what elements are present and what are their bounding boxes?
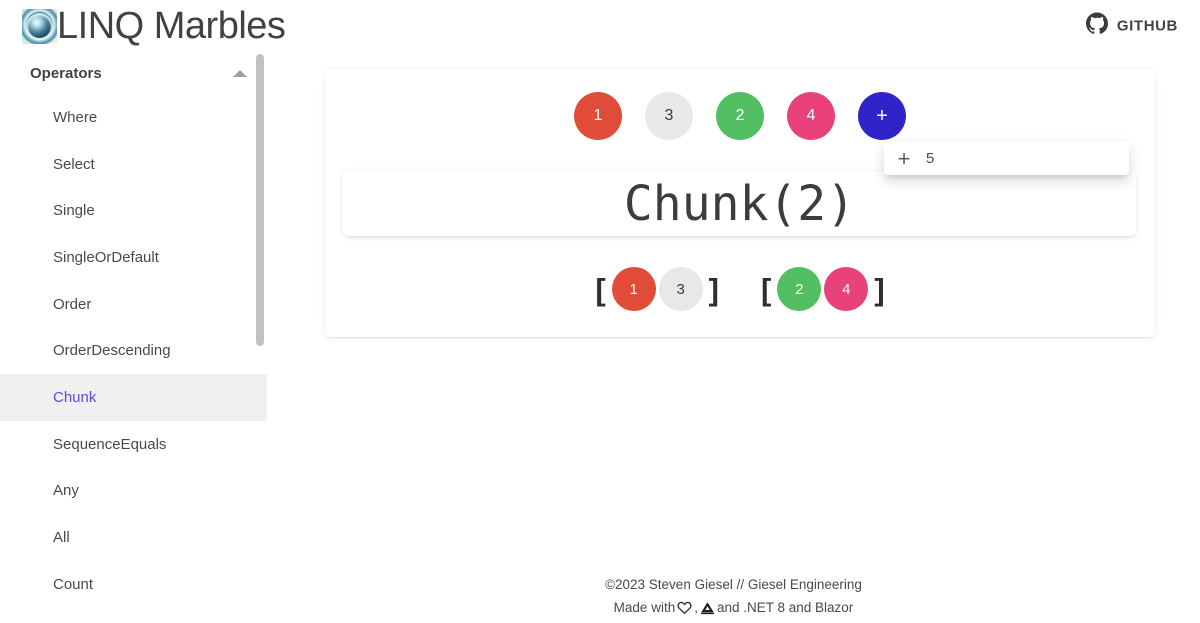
brand[interactable]: LINQ Marbles [22,5,286,47]
footer-separator: , [694,600,698,615]
sidebar-item-label: Count [53,575,94,593]
source-marble[interactable]: 1 [574,92,622,140]
sidebar-item-any[interactable]: Any [0,468,267,515]
sidebar-scrollbar-thumb[interactable] [256,54,264,346]
github-label: GITHUB [1116,17,1178,35]
operator-title: Chunk(2) [623,175,856,232]
sidebar-item-label: Chunk [53,388,97,406]
sidebar-item-select[interactable]: Select [0,141,267,188]
sidebar-item-order[interactable]: Order [0,281,267,328]
sidebar-nav-list: Where Select Single SingleOrDefault Order Ord… [0,94,267,608]
sidebar-item-label: SequenceEquals [53,435,167,453]
triangle-icon [699,599,716,616]
sidebar-group-operators[interactable]: Operators [0,52,267,94]
add-value-popup[interactable]: + 5 [884,142,1129,175]
app-root: LINQ Marbles GITHUB Operators Where Selec… [0,0,1200,623]
sidebar-item-label: OrderDescending [53,342,171,360]
sidebar-item-label: Where [53,108,98,126]
source-marble-row: 1 3 2 4 + [325,92,1155,140]
sidebar-item-label: SingleOrDefault [53,248,159,266]
add-value-field[interactable]: 5 [924,150,934,167]
heart-outline-icon [676,599,693,616]
result-group: [1 3] [592,267,722,311]
source-marble[interactable]: 3 [645,92,693,140]
source-marble[interactable]: 2 [716,92,764,140]
source-marble[interactable]: 4 [787,92,835,140]
marble-logo-icon [22,8,57,44]
page-title: LINQ Marbles [57,5,286,47]
sidebar-item-sequenceequals[interactable]: SequenceEquals [0,421,267,468]
result-marble-row: [1 3][2 4] [325,267,1155,311]
sidebar-item-count[interactable]: Count [0,561,267,608]
operator-title-card: Chunk(2) [343,171,1136,236]
github-icon [1085,12,1108,40]
result-group: [2 4] [758,267,888,311]
sidebar-item-where[interactable]: Where [0,94,267,141]
footer-made-with-prefix: Made with [613,600,676,615]
sidebar-item-label: All [53,529,70,547]
close-bracket: ] [874,271,885,307]
sidebar-item-singleordefault[interactable]: SingleOrDefault [0,234,267,281]
plus-icon[interactable]: + [884,147,924,170]
sidebar-item-single[interactable]: Single [0,187,267,234]
footer: ©2023 Steven Giesel // Giesel Engineerin… [267,573,1200,619]
footer-copyright: ©2023 Steven Giesel // Giesel Engineerin… [605,577,862,592]
sidebar-item-label: Any [53,482,79,500]
sidebar-item-label: Order [53,295,92,313]
result-marble[interactable]: 1 [611,267,656,311]
app-bar: LINQ Marbles GITHUB [0,0,1200,52]
sidebar-item-label: Single [53,202,95,220]
sidebar-item-all[interactable]: All [0,514,267,561]
open-bracket: [ [595,271,606,307]
chevron-up-icon[interactable] [233,69,247,77]
marble-diagram-card: 1 3 2 4 + Chunk(2) [1 3][2 4] [325,70,1155,337]
result-marble[interactable]: 3 [658,267,703,311]
result-marble[interactable]: 4 [824,267,869,311]
result-marble[interactable]: 2 [777,267,822,311]
sidebar-group-label: Operators [30,64,102,82]
open-bracket: [ [761,271,772,307]
sidebar-item-orderdescending[interactable]: OrderDescending [0,327,267,374]
footer-made-with-suffix: and .NET 8 and Blazor [716,600,854,615]
close-bracket: ] [708,271,719,307]
main-content: 1 3 2 4 + Chunk(2) [1 3][2 4] + 5 [267,52,1200,623]
sidebar-scrollbar-track[interactable] [256,52,267,623]
sidebar: Operators Where Select Single SingleOrDefau… [0,52,267,623]
sidebar-item-chunk[interactable]: Chunk [0,374,267,421]
sidebar-item-label: Select [53,155,95,173]
github-link[interactable]: GITHUB [1085,12,1178,40]
footer-made-with: Made with , and .NET 8 and Blazor [267,596,1200,619]
add-marble-button[interactable]: + [858,92,906,140]
